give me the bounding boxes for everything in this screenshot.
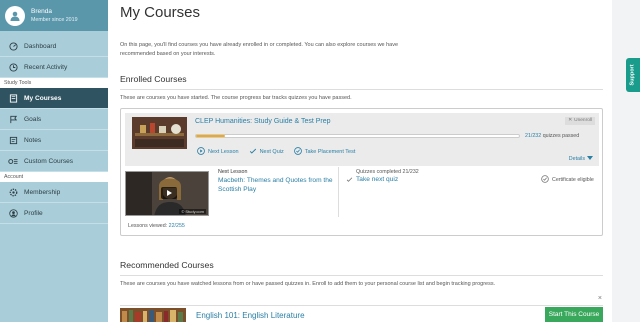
- next-lesson-label: Next Lesson: [208, 149, 239, 155]
- video-watermark: © Study.com: [179, 209, 206, 214]
- user-name: Brenda: [31, 7, 52, 15]
- sidebar-item-label: Recent Activity: [24, 63, 68, 71]
- lesson-video-thumbnail[interactable]: © Study.com: [125, 171, 209, 216]
- divider: [120, 275, 603, 276]
- next-quiz-button[interactable]: Next Quiz: [249, 147, 284, 157]
- quizzes-passed-count[interactable]: 21/232: [525, 133, 541, 139]
- sidebar-item-label: Notes: [24, 136, 42, 144]
- course-summary: CLEP Humanities: Study Guide & Test Prep…: [125, 113, 599, 166]
- sidebar-item-custom-courses[interactable]: Custom Courses: [0, 151, 108, 172]
- details-label: Details: [568, 156, 585, 162]
- sidebar-item-dashboard[interactable]: Dashboard: [0, 36, 108, 57]
- recommended-course-row: English 101: English Literature Start Th…: [120, 305, 603, 322]
- unenroll-label: Unenroll: [574, 118, 592, 123]
- main-content: My Courses On this page, you'll find cou…: [108, 0, 612, 322]
- divider: [338, 167, 339, 217]
- lessons-viewed-label: Lessons viewed:: [128, 223, 168, 229]
- clock-icon: [8, 62, 18, 72]
- avatar: [5, 5, 25, 26]
- recommended-course-thumbnail[interactable]: [120, 308, 186, 322]
- custom-courses-icon: [8, 156, 18, 166]
- placement-test-icon: [293, 147, 302, 157]
- unenroll-button[interactable]: ✕ Unenroll: [565, 117, 595, 125]
- sidebar-item-profile[interactable]: Profile: [0, 203, 108, 224]
- section-account: Account: [0, 172, 108, 182]
- sidebar-item-label: Goals: [24, 115, 42, 123]
- quizzes-passed-label: quizzes passed: [542, 133, 580, 139]
- start-course-button[interactable]: Start This Course: [545, 307, 603, 322]
- course-progress-bar: [195, 134, 520, 138]
- page-title: My Courses: [120, 4, 201, 21]
- sidebar-item-label: Membership: [24, 188, 61, 196]
- sidebar-item-goals[interactable]: Goals: [0, 109, 108, 130]
- chevron-down-icon: [587, 156, 593, 162]
- recommended-heading: Recommended Courses: [120, 260, 214, 270]
- details-toggle[interactable]: Details: [569, 156, 593, 162]
- flag-icon: [8, 114, 18, 124]
- quiz-status-icon: [346, 170, 353, 188]
- certificate-label: Certificate eligible: [552, 177, 594, 183]
- lessons-viewed: Lessons viewed: 22/255: [128, 223, 185, 229]
- sidebar-item-recent-activity[interactable]: Recent Activity: [0, 57, 108, 78]
- quiz-icon: [249, 147, 257, 157]
- sidebar-item-label: Dashboard: [24, 42, 57, 50]
- user-panel[interactable]: Brenda Member since 2019: [0, 0, 108, 31]
- play-circle-icon: [197, 147, 205, 157]
- book-icon: [8, 93, 18, 103]
- certificate-status: Certificate eligible: [541, 175, 594, 185]
- member-since: Member since 2019: [31, 16, 78, 23]
- person-icon: [8, 208, 18, 218]
- person-icon: [10, 11, 20, 21]
- course-thumbnail[interactable]: [132, 117, 187, 149]
- intro-text: On this page, you'll find courses you ha…: [120, 42, 399, 57]
- course-title-link[interactable]: CLEP Humanities: Study Guide & Test Prep: [195, 118, 331, 125]
- sidebar-item-label: Profile: [24, 209, 43, 217]
- sidebar-item-membership[interactable]: Membership: [0, 182, 108, 203]
- next-lesson-button[interactable]: Next Lesson: [197, 147, 239, 157]
- close-icon: ✕: [568, 118, 573, 123]
- enrolled-description: These are courses you have started. The …: [120, 95, 352, 101]
- close-recommended-button[interactable]: ×: [598, 295, 602, 302]
- progress-fill: [196, 135, 226, 137]
- dashboard-icon: [8, 41, 18, 51]
- recommended-description: These are courses you have watched lesso…: [120, 281, 496, 287]
- sidebar-item-label: Custom Courses: [24, 157, 74, 165]
- support-tab[interactable]: Support: [626, 58, 640, 92]
- next-quiz-label: Next Quiz: [259, 149, 284, 155]
- placement-test-button[interactable]: Take Placement Test: [293, 147, 356, 157]
- next-lesson-title-link[interactable]: Macbeth: Themes and Quotes from the Scot…: [218, 176, 338, 194]
- certificate-icon: [541, 175, 549, 185]
- take-next-quiz-link[interactable]: Take next quiz: [356, 176, 398, 183]
- support-label: Support: [630, 64, 636, 86]
- lessons-viewed-count[interactable]: 22/255: [169, 223, 185, 229]
- next-lesson-heading: Next Lesson: [218, 169, 248, 175]
- recommended-course-title-link[interactable]: English 101: English Literature: [196, 311, 305, 320]
- enrolled-heading: Enrolled Courses: [120, 74, 187, 84]
- quizzes-completed: Quizzes completed 21/232: [356, 169, 419, 175]
- placement-test-label: Take Placement Test: [304, 149, 356, 155]
- play-icon[interactable]: [161, 187, 177, 199]
- sidebar: Brenda Member since 2019 Dashboard Recen…: [0, 0, 115, 322]
- enrolled-course-card: CLEP Humanities: Study Guide & Test Prep…: [120, 108, 603, 236]
- note-icon: [8, 135, 18, 145]
- section-study-tools: Study Tools: [0, 78, 108, 88]
- sidebar-item-notes[interactable]: Notes: [0, 130, 108, 151]
- sidebar-item-label: My Courses: [24, 94, 62, 102]
- gear-icon: [8, 187, 18, 197]
- sidebar-item-my-courses[interactable]: My Courses: [0, 88, 115, 109]
- quizzes-passed: 21/232 quizzes passed: [525, 133, 579, 139]
- divider: [120, 89, 603, 90]
